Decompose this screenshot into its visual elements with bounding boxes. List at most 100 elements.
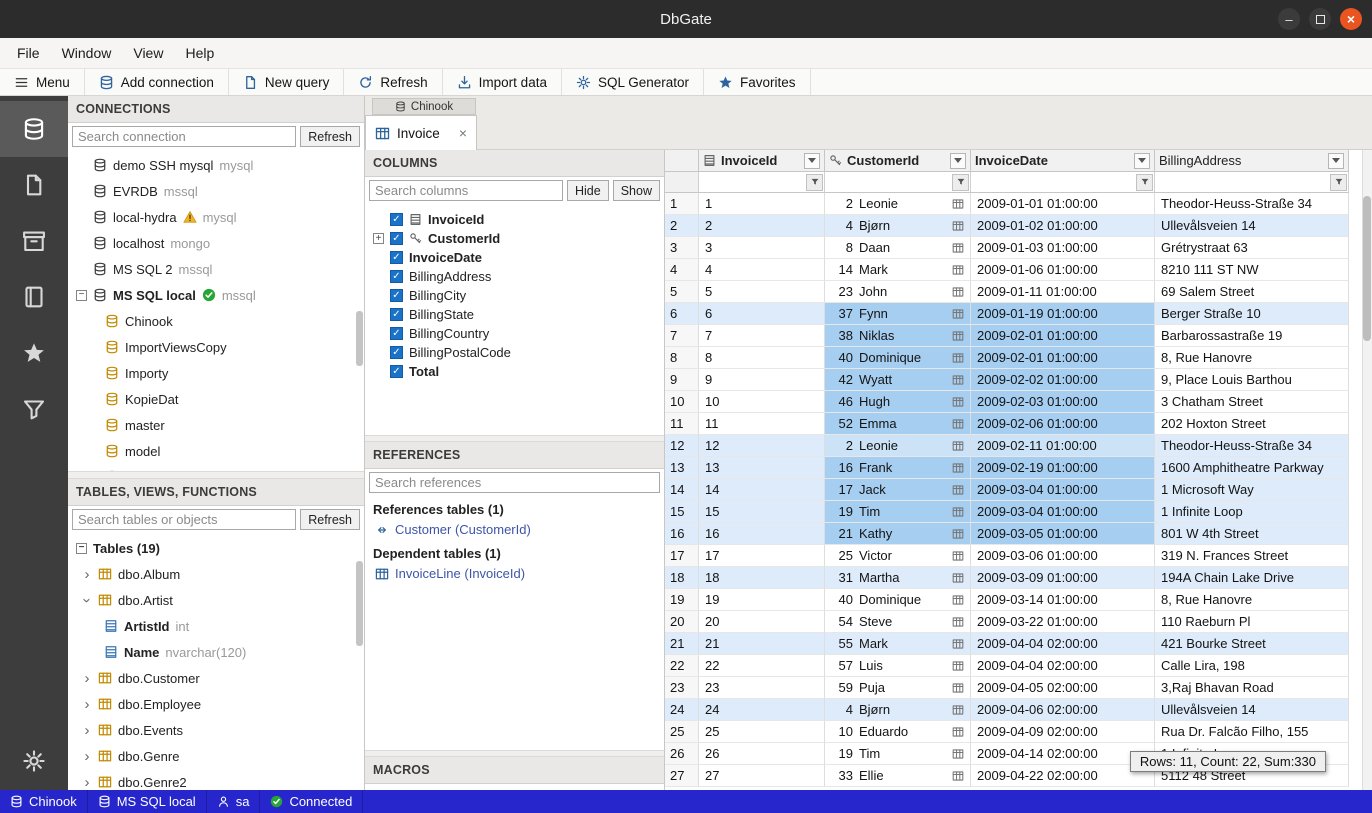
row-detail-icon[interactable] <box>952 506 964 518</box>
toolbar-menu-button[interactable]: Menu <box>0 69 85 95</box>
cell-customerid[interactable]: 46Hugh <box>825 391 971 413</box>
column-dropdown-button[interactable] <box>804 153 820 169</box>
cell-invoicedate[interactable]: 2009-04-22 02:00:00 <box>971 765 1155 787</box>
cell-invoicedate[interactable]: 2009-03-05 01:00:00 <box>971 523 1155 545</box>
cell-invoicedate[interactable]: 2009-03-06 01:00:00 <box>971 545 1155 567</box>
table-item[interactable]: ›dbo.Employee <box>68 691 364 717</box>
cell-billingaddress[interactable]: Theodor-Heuss-Straße 34 <box>1155 435 1349 457</box>
columns-hide-button[interactable]: Hide <box>567 180 609 201</box>
cell-customerid[interactable]: 14Mark <box>825 259 971 281</box>
cell-billingaddress[interactable]: 3,Raj Bhavan Road <box>1155 677 1349 699</box>
connections-scrollbar[interactable] <box>356 311 363 366</box>
cell-billingaddress[interactable]: 202 Hoxton Street <box>1155 413 1349 435</box>
cell-customerid[interactable]: 40Dominique <box>825 589 971 611</box>
cell-invoiceid[interactable]: 4 <box>699 259 825 281</box>
row-detail-icon[interactable] <box>952 550 964 562</box>
row-number[interactable]: 10 <box>665 391 699 413</box>
cell-customerid[interactable]: 16Frank <box>825 457 971 479</box>
cell-invoicedate[interactable]: 2009-01-02 01:00:00 <box>971 215 1155 237</box>
cell-customerid[interactable]: 38Niklas <box>825 325 971 347</box>
column-toggle-item[interactable]: ✓InvoiceDate <box>365 248 664 267</box>
cell-billingaddress[interactable]: 110 Raeburn Pl <box>1155 611 1349 633</box>
cell-billingaddress[interactable]: 421 Bourke Street <box>1155 633 1349 655</box>
checkbox-checked-icon[interactable]: ✓ <box>390 251 403 264</box>
grid-scrollbar-thumb[interactable] <box>1363 196 1371 341</box>
column-toggle-item[interactable]: ✓BillingCountry <box>365 324 664 343</box>
menu-item-help[interactable]: Help <box>174 40 225 66</box>
filter-funnel-button[interactable] <box>806 174 823 191</box>
chevron-right-icon[interactable]: › <box>82 749 92 764</box>
cell-invoiceid[interactable]: 6 <box>699 303 825 325</box>
column-toggle-item[interactable]: ✓BillingAddress <box>365 267 664 286</box>
cell-billingaddress[interactable]: 319 N. Frances Street <box>1155 545 1349 567</box>
chevron-right-icon[interactable]: › <box>82 697 92 712</box>
menu-item-file[interactable]: File <box>6 40 51 66</box>
connection-item[interactable]: Chinook <box>68 308 364 334</box>
row-number[interactable]: 22 <box>665 655 699 677</box>
cell-invoiceid[interactable]: 9 <box>699 369 825 391</box>
row-number[interactable]: 23 <box>665 677 699 699</box>
checkbox-checked-icon[interactable]: ✓ <box>390 289 403 302</box>
table-item[interactable]: ›dbo.Customer <box>68 665 364 691</box>
cell-invoicedate[interactable]: 2009-01-19 01:00:00 <box>971 303 1155 325</box>
cell-invoicedate[interactable]: 2009-04-05 02:00:00 <box>971 677 1155 699</box>
cell-invoicedate[interactable]: 2009-02-19 01:00:00 <box>971 457 1155 479</box>
filter-input-customerid[interactable] <box>826 174 952 191</box>
connection-item[interactable]: MS SQL 2mssql <box>68 256 364 282</box>
row-detail-icon[interactable] <box>952 220 964 232</box>
cell-billingaddress[interactable]: 9, Place Louis Barthou <box>1155 369 1349 391</box>
chevron-down-icon[interactable]: › <box>80 595 95 605</box>
row-detail-icon[interactable] <box>952 396 964 408</box>
row-number[interactable]: 12 <box>665 435 699 457</box>
row-detail-icon[interactable] <box>952 616 964 628</box>
maximize-button[interactable] <box>1309 8 1331 30</box>
cell-customerid[interactable]: 54Steve <box>825 611 971 633</box>
tables-scrollbar[interactable] <box>356 561 363 646</box>
row-detail-icon[interactable] <box>952 462 964 474</box>
cell-billingaddress[interactable]: 69 Salem Street <box>1155 281 1349 303</box>
cell-billingaddress[interactable]: Rua Dr. Falcão Filho, 155 <box>1155 721 1349 743</box>
column-header-invoicedate[interactable]: InvoiceDate <box>971 150 1155 172</box>
table-item[interactable]: ›dbo.Events <box>68 717 364 743</box>
cell-customerid[interactable]: 37Fynn <box>825 303 971 325</box>
reference-link[interactable]: Customer (CustomerId) <box>365 519 664 540</box>
connection-item[interactable]: local-hydramysql <box>68 204 364 230</box>
rail-notebook-icon[interactable] <box>0 269 68 325</box>
tables-search-input[interactable] <box>72 509 296 530</box>
cell-invoiceid[interactable]: 23 <box>699 677 825 699</box>
row-number[interactable]: 9 <box>665 369 699 391</box>
row-detail-icon[interactable] <box>952 286 964 298</box>
toolbar-import-data-button[interactable]: Import data <box>443 69 562 95</box>
grid-scrollbar[interactable] <box>1362 150 1372 790</box>
column-dropdown-button[interactable] <box>1328 153 1344 169</box>
cell-invoiceid[interactable]: 25 <box>699 721 825 743</box>
row-detail-icon[interactable] <box>952 484 964 496</box>
row-detail-icon[interactable] <box>952 704 964 716</box>
minimize-button[interactable]: – <box>1278 8 1300 30</box>
filter-funnel-button[interactable] <box>952 174 969 191</box>
cell-invoicedate[interactable]: 2009-02-11 01:00:00 <box>971 435 1155 457</box>
cell-billingaddress[interactable]: 8, Rue Hanovre <box>1155 589 1349 611</box>
cell-invoiceid[interactable]: 8 <box>699 347 825 369</box>
cell-invoicedate[interactable]: 2009-02-01 01:00:00 <box>971 325 1155 347</box>
row-detail-icon[interactable] <box>952 638 964 650</box>
row-number[interactable]: 19 <box>665 589 699 611</box>
connection-item[interactable]: Importy <box>68 360 364 386</box>
row-detail-icon[interactable] <box>952 660 964 672</box>
row-detail-icon[interactable] <box>952 198 964 210</box>
cell-invoiceid[interactable]: 7 <box>699 325 825 347</box>
cell-billingaddress[interactable]: 1 Microsoft Way <box>1155 479 1349 501</box>
cell-customerid[interactable]: 55Mark <box>825 633 971 655</box>
row-number[interactable]: 8 <box>665 347 699 369</box>
cell-customerid[interactable]: 4Bjørn <box>825 215 971 237</box>
cell-invoiceid[interactable]: 20 <box>699 611 825 633</box>
tables-folder[interactable]: −Tables (19) <box>68 535 364 561</box>
connections-search-input[interactable] <box>72 126 296 147</box>
rail-archive-icon[interactable] <box>0 213 68 269</box>
filter-input-invoiceid[interactable] <box>700 174 806 191</box>
cell-customerid[interactable]: 4Bjørn <box>825 699 971 721</box>
expand-expander-icon[interactable]: + <box>373 233 384 244</box>
status-connection-status[interactable]: Connected <box>260 790 363 813</box>
tab-invoice[interactable]: Invoice × <box>365 115 477 150</box>
row-detail-icon[interactable] <box>952 308 964 320</box>
